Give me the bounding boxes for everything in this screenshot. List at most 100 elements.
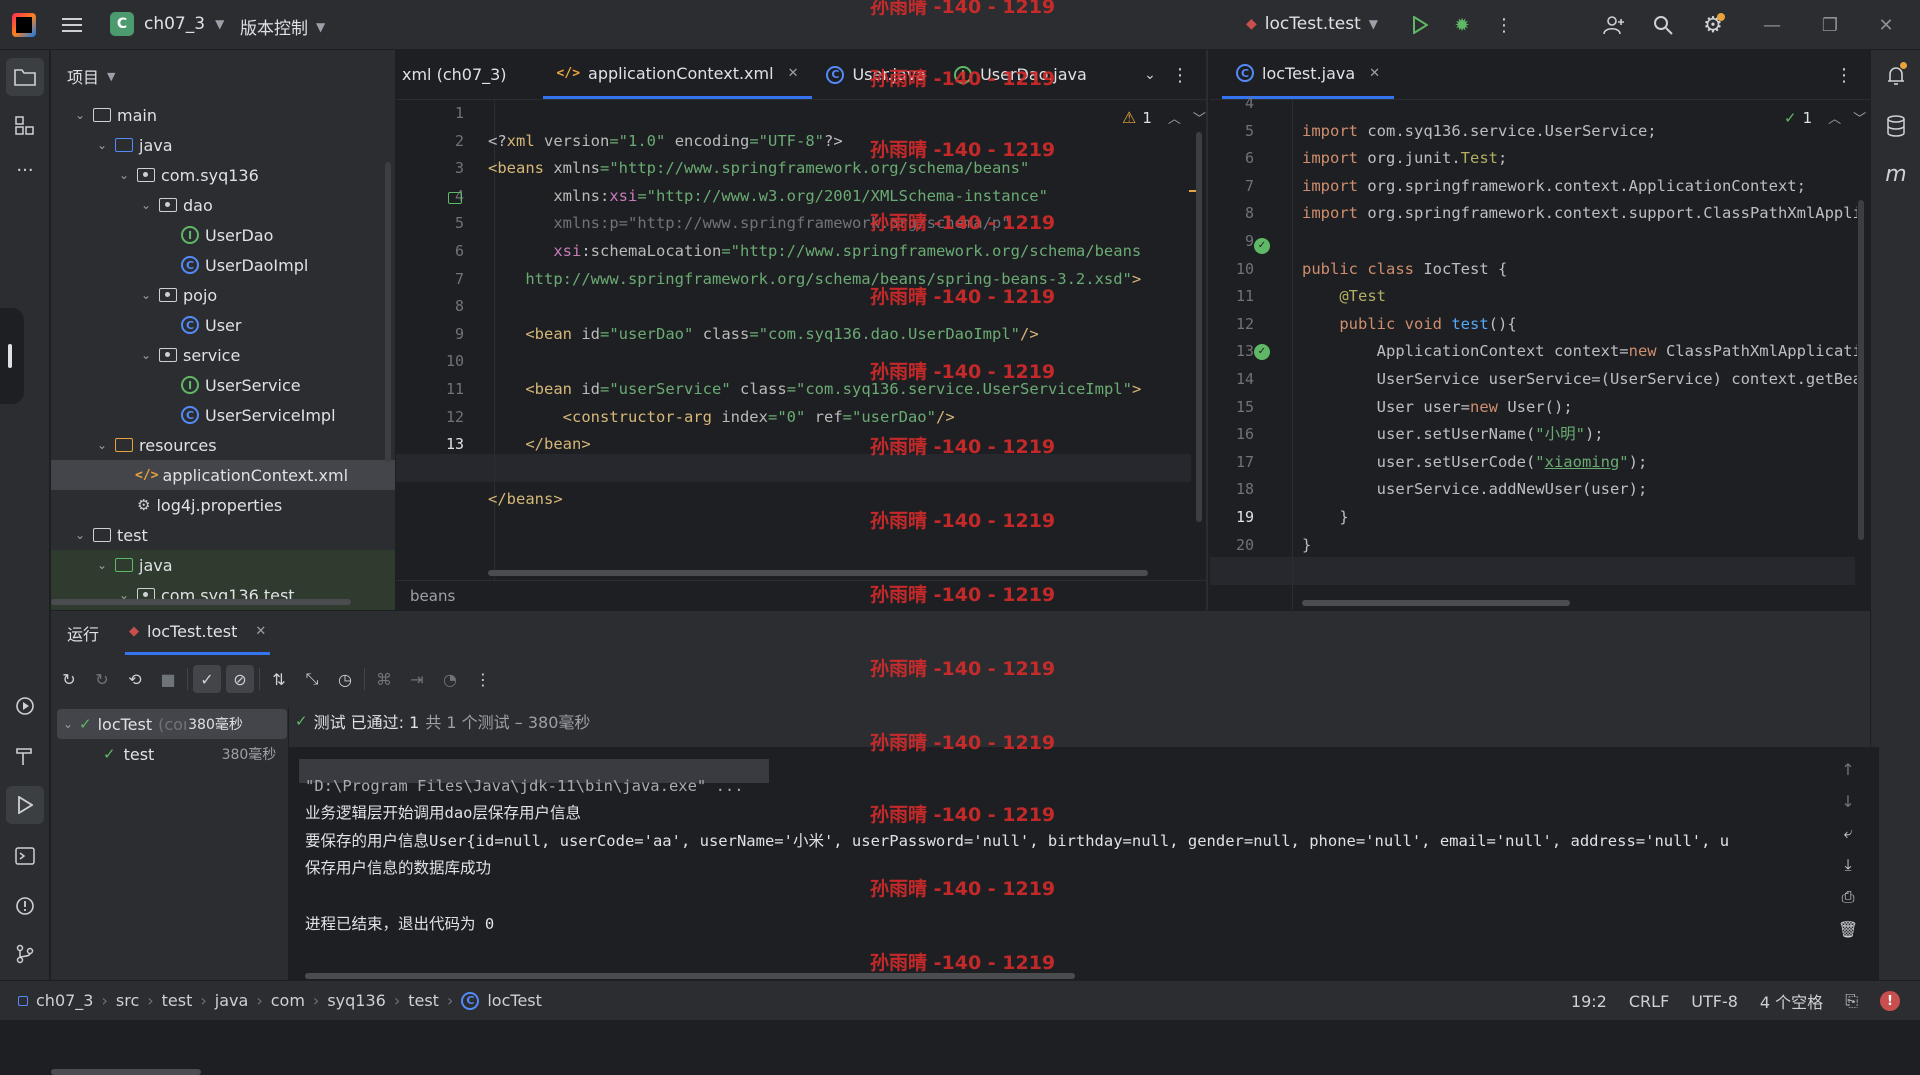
add-user-icon[interactable] xyxy=(1596,7,1632,43)
editor1-vertical-scrollbar[interactable] xyxy=(1196,132,1202,522)
line-number[interactable]: 16 xyxy=(1210,421,1266,449)
line-number[interactable]: 12 xyxy=(1210,311,1266,339)
breadcrumb-item[interactable]: locTest xyxy=(487,991,542,1010)
project-tree-item[interactable]: ⌄ pojo xyxy=(51,280,395,310)
project-tree-item[interactable]: ⌄ main xyxy=(51,100,395,130)
line-number[interactable]: 10 xyxy=(396,348,476,376)
history-clock-icon[interactable]: ◷ xyxy=(331,665,359,693)
line-number[interactable]: 5 xyxy=(1210,118,1266,146)
database-icon[interactable] xyxy=(1878,108,1914,144)
line-number[interactable]: 8 xyxy=(1210,200,1266,228)
chevron-down-icon[interactable]: ⌄ xyxy=(139,348,153,362)
line-number[interactable]: 17 xyxy=(1210,449,1266,477)
scroll-down-icon[interactable]: ↓ xyxy=(1834,787,1862,815)
project-tree-item[interactable]: ⌄ com.syq136.test xyxy=(51,580,395,610)
test-tree-scrollbar[interactable] xyxy=(51,1069,201,1075)
line-number[interactable]: 5 xyxy=(396,210,476,238)
line-number[interactable]: 19 xyxy=(1210,504,1266,532)
editor-more-icon[interactable]: ⋮ xyxy=(1162,57,1198,93)
maximize-button[interactable]: ❐ xyxy=(1812,7,1848,43)
error-alert-icon[interactable]: ! xyxy=(1880,991,1900,1011)
run-config-tab[interactable]: ◆ locTest.test ✕ xyxy=(125,611,271,655)
tab-xml-ch07[interactable]: xml (ch07_3) xyxy=(396,51,521,99)
chevron-down-icon[interactable]: ⌄ xyxy=(95,438,109,452)
camera-icon[interactable]: ⌘ xyxy=(370,665,398,693)
project-panel-header[interactable]: 项目 ▼ xyxy=(67,64,115,88)
line-number[interactable]: 8 xyxy=(396,293,476,321)
line-number[interactable]: 20 xyxy=(1210,532,1266,560)
line-number[interactable]: 15 xyxy=(1210,394,1266,422)
line-number[interactable]: 6 xyxy=(1210,145,1266,173)
side-handle[interactable] xyxy=(0,308,24,404)
test-tree-row-test[interactable]: ✓ test 380毫秒 xyxy=(57,739,287,769)
chevron-down-icon[interactable]: ⌄ xyxy=(95,558,109,572)
prev-highlight-icon[interactable]: ︿ xyxy=(1168,108,1181,127)
line-number[interactable]: 6 xyxy=(396,238,476,266)
console-scrollbar[interactable] xyxy=(305,973,1075,979)
project-tree-item[interactable]: C User xyxy=(51,310,395,340)
notifications-bell-icon[interactable] xyxy=(1878,58,1914,94)
project-switcher[interactable]: C ch07_3 ▼ xyxy=(110,12,224,36)
run-test-gutter-icon[interactable]: ✓ xyxy=(1254,344,1270,360)
scroll-to-end-icon[interactable]: ⤓ xyxy=(1834,851,1862,879)
more-actions-icon[interactable]: ⋮ xyxy=(469,665,497,693)
close-tab-icon[interactable]: ✕ xyxy=(1369,66,1380,81)
minimize-button[interactable]: — xyxy=(1754,7,1790,43)
line-number[interactable]: 2 xyxy=(396,128,476,156)
run-config-selector[interactable]: ◆ locTest.test ▼ xyxy=(1246,14,1378,34)
project-tree-item[interactable]: ⌄ java xyxy=(51,130,395,160)
cursor-position[interactable]: 19:2 xyxy=(1571,992,1607,1011)
structure-icon[interactable] xyxy=(7,108,43,144)
more-tools-icon[interactable]: ··· xyxy=(7,152,43,188)
problems-icon[interactable] xyxy=(7,888,43,924)
chevron-down-icon[interactable]: ⌄ xyxy=(139,288,153,302)
project-tree-item[interactable]: I UserService xyxy=(51,370,395,400)
rerun-icon[interactable]: ↻ xyxy=(55,665,83,693)
editor-more-icon[interactable]: ⋮ xyxy=(1826,57,1862,93)
xml-code[interactable]: <?xml version="1.0" encoding="UTF-8"?> <… xyxy=(488,100,1141,514)
line-number[interactable]: 14 xyxy=(1210,366,1266,394)
chevron-down-icon[interactable]: ⌄ xyxy=(139,198,153,212)
terminal-icon[interactable] xyxy=(7,838,43,874)
coverage-gauge-icon[interactable]: ◔ xyxy=(436,665,464,693)
chevron-down-icon[interactable]: ⌄ xyxy=(73,108,87,122)
more-actions-icon[interactable]: ⋮ xyxy=(1486,7,1522,43)
maven-icon[interactable]: m xyxy=(1878,156,1914,192)
main-menu-icon[interactable] xyxy=(54,7,90,43)
run-tool-icon[interactable] xyxy=(6,786,44,824)
indent-setting[interactable]: 4 个空格 xyxy=(1760,989,1823,1013)
git-branch-icon[interactable] xyxy=(7,936,43,972)
run-test-gutter-icon[interactable]: ✓ xyxy=(1254,238,1270,254)
print-icon[interactable]: ⎙ xyxy=(1834,883,1862,911)
line-number[interactable]: 4 xyxy=(396,183,476,211)
import-icon[interactable]: ⇥ xyxy=(403,665,431,693)
line-number[interactable]: 9 xyxy=(396,321,476,349)
xml-breadcrumb[interactable]: beans xyxy=(410,587,455,605)
scroll-up-icon[interactable]: ↑ xyxy=(1834,755,1862,783)
breadcrumb-item[interactable]: test xyxy=(408,991,439,1010)
soft-wrap-icon[interactable]: ⤶ xyxy=(1834,819,1862,847)
chevron-down-icon[interactable]: ⌄ xyxy=(95,138,109,152)
toggle-auto-test-icon[interactable]: ⟲ xyxy=(121,665,149,693)
lock-icon[interactable]: ⎘ xyxy=(1845,991,1858,1011)
line-number[interactable]: 7 xyxy=(396,266,476,294)
project-tree-item[interactable]: ⌄ java xyxy=(51,550,395,580)
line-number[interactable]: 11 xyxy=(1210,283,1266,311)
project-tree-item[interactable]: C UserServiceImpl xyxy=(51,400,395,430)
settings-gear-icon[interactable]: ⚙ xyxy=(1695,7,1731,43)
line-number[interactable]: 3 xyxy=(396,155,476,183)
chevron-down-icon[interactable]: ⌄ xyxy=(117,168,131,182)
project-tree-item[interactable]: C UserDaoImpl xyxy=(51,250,395,280)
tab-userdao-java[interactable]: I UserDao.java xyxy=(940,51,1101,99)
sort-icon[interactable]: ⇅ xyxy=(265,665,293,693)
line-number[interactable]: 18 xyxy=(1210,476,1266,504)
java-code[interactable]: import com.syq136.service.UserService; i… xyxy=(1302,90,1857,559)
file-encoding[interactable]: UTF-8 xyxy=(1691,992,1738,1011)
inspection-widget[interactable]: ✓ 1 ︿ ﹀ xyxy=(1784,108,1866,128)
line-number[interactable]: 12 xyxy=(396,404,476,432)
tab-user-java[interactable]: C User.java xyxy=(812,51,940,99)
tree-horizontal-scrollbar[interactable] xyxy=(51,599,351,605)
editor1-horizontal-scrollbar[interactable] xyxy=(488,570,1148,576)
line-number[interactable]: 11 xyxy=(396,376,476,404)
test-tree-row-loctest[interactable]: ⌄ ✓ locTest (com 380毫秒 xyxy=(57,709,287,739)
